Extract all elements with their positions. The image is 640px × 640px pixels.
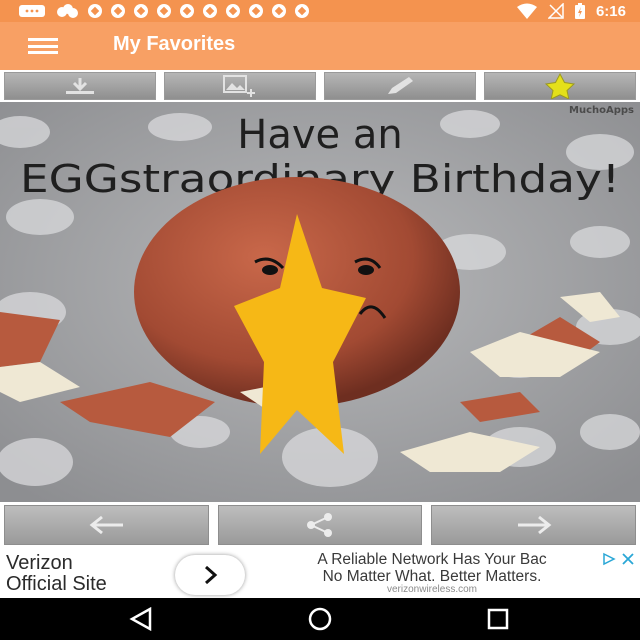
- arrow-left-icon: [89, 515, 123, 535]
- system-navigation-bar: [0, 598, 640, 640]
- watermark: MuchoApps: [569, 105, 634, 116]
- soccer-icon: [134, 4, 148, 18]
- download-button[interactable]: [4, 72, 156, 100]
- soccer-icon: [272, 4, 286, 18]
- favorite-star-icon: [544, 73, 576, 99]
- share-icon: [307, 513, 332, 537]
- soccer-icon: [249, 4, 263, 18]
- chevron-right-icon: [205, 565, 218, 585]
- greeting-card-image: Have an EGGstraordinary Birthday! MuchoA…: [0, 102, 640, 502]
- headline-line-1: Have an: [237, 112, 402, 158]
- home-circle-icon[interactable]: [305, 606, 335, 632]
- soccer-icon: [203, 4, 217, 18]
- edit-pencil-icon: [388, 77, 413, 94]
- close-icon[interactable]: [620, 552, 636, 566]
- no-signal-icon: [547, 3, 564, 19]
- status-right: 6:16: [516, 2, 626, 20]
- ad-brand-line-2: Official Site: [6, 573, 107, 595]
- add-image-icon: [223, 75, 255, 97]
- previous-button[interactable]: [4, 505, 209, 545]
- hamburger-icon[interactable]: [28, 38, 58, 54]
- recents-square-icon[interactable]: [486, 607, 512, 631]
- adchoices-icon[interactable]: [600, 552, 618, 566]
- ad-controls: [600, 552, 636, 566]
- message-icon: [19, 5, 45, 17]
- soccer-icon: [88, 4, 102, 18]
- favorite-button[interactable]: [484, 72, 636, 100]
- ad-url[interactable]: verizonwireless.com: [262, 584, 602, 595]
- wifi-icon: [516, 3, 537, 19]
- arrow-right-icon: [517, 515, 551, 535]
- battery-icon: [574, 3, 585, 19]
- share-button[interactable]: [218, 505, 422, 545]
- egg-photo: Have an EGGstraordinary Birthday! MuchoA…: [0, 102, 640, 502]
- app-bar: [0, 22, 640, 70]
- edit-button[interactable]: [324, 72, 476, 100]
- soccer-icon: [180, 4, 194, 18]
- ad-go-button[interactable]: [175, 555, 245, 595]
- ad-brand[interactable]: Verizon Official Site: [6, 553, 107, 595]
- next-button[interactable]: [431, 505, 636, 545]
- download-icon: [66, 78, 94, 94]
- ad-text-line-1: A Reliable Network Has Your Bac: [317, 551, 547, 568]
- soccer-icon: [157, 4, 171, 18]
- page-title: My Favorites: [113, 33, 236, 55]
- cloud-group-icon: [57, 4, 78, 18]
- ad-copy[interactable]: A Reliable Network Has Your Bac No Matte…: [262, 551, 602, 585]
- clock: 6:16: [595, 2, 626, 20]
- back-triangle-icon[interactable]: [128, 607, 154, 631]
- soccer-icon: [226, 4, 240, 18]
- ad-text-line-2: No Matter What. Better Matters.: [322, 568, 542, 585]
- ad-brand-line-1: Verizon: [6, 552, 73, 574]
- add-image-button[interactable]: [164, 72, 316, 100]
- soccer-icon: [295, 4, 309, 18]
- notification-icons: [18, 3, 309, 19]
- soccer-icon: [111, 4, 125, 18]
